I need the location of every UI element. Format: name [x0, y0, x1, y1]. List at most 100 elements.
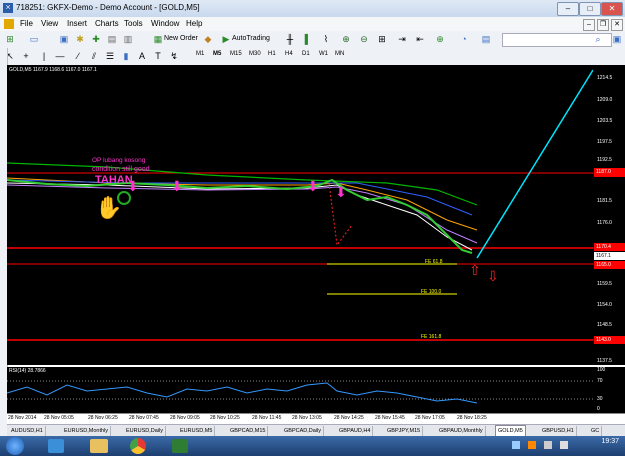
market-watch-icon[interactable]: ▣: [58, 33, 70, 45]
menu-insert[interactable]: Insert: [67, 19, 87, 28]
rsi-panel[interactable]: RSI(14) 28.7866: [7, 367, 593, 413]
menu-charts[interactable]: Charts: [95, 19, 119, 28]
mdi-minimize-button[interactable]: –: [583, 19, 595, 31]
periods-icon[interactable]: ◔: [458, 33, 470, 45]
folder-icon[interactable]: [90, 439, 108, 453]
down-arrow-icon: ⬇: [335, 185, 347, 201]
timeframe-d1[interactable]: D1: [302, 51, 310, 57]
ma-white: [7, 182, 473, 251]
arrows-icon[interactable]: ↯: [168, 50, 180, 62]
search-icon[interactable]: ⌕: [592, 33, 604, 45]
chart-shift-icon[interactable]: ⇤: [414, 33, 426, 45]
tile-windows-icon[interactable]: ⊞: [376, 33, 388, 45]
auto-scroll-icon[interactable]: ⇥: [396, 33, 408, 45]
tab-gbpcad-m15[interactable]: GBPCAD,M15: [228, 426, 269, 436]
tab-eurusd-m5[interactable]: EURUSD,M5: [178, 426, 216, 436]
y-tick: 1203.5: [597, 118, 613, 124]
tab-gbpjpy-m15[interactable]: GBPJPY,M15: [385, 426, 424, 436]
templates-icon[interactable]: ▤: [480, 33, 492, 45]
timeframe-m15[interactable]: M15: [230, 51, 242, 57]
up-arrow-icon: ⇧: [469, 263, 481, 279]
timeframe-h1[interactable]: H1: [268, 51, 276, 57]
new-order-icon[interactable]: ▦: [152, 33, 164, 45]
navigator-icon[interactable]: ✚: [90, 33, 102, 45]
network-icon[interactable]: [544, 441, 552, 449]
shapes-icon[interactable]: ▮: [120, 50, 132, 62]
tab-gbpcad-daily[interactable]: GBPCAD,Daily: [282, 426, 324, 436]
community-icon[interactable]: ▣: [611, 33, 623, 45]
close-button[interactable]: ✕: [601, 2, 623, 16]
menu-window[interactable]: Window: [151, 19, 179, 28]
price-tag: 1187.0: [594, 168, 625, 177]
menu-tools[interactable]: Tools: [124, 19, 143, 28]
timeframe-mn[interactable]: MN: [335, 51, 344, 57]
rsi-tick: 100: [597, 367, 606, 373]
bar-chart-icon[interactable]: ╫: [284, 33, 296, 45]
meta-editor-icon[interactable]: ◆: [202, 33, 214, 45]
fibonacci-icon[interactable]: ☰: [104, 50, 116, 62]
tab-eurusd-daily[interactable]: EURUSD,Daily: [124, 426, 166, 436]
ie-icon[interactable]: [48, 439, 64, 453]
price-chart[interactable]: ⬇ ⬇ ⬇ ⬇ ⇧ ⇩ ✋ GOLD,M5 1167.9 1168.6 1167…: [7, 65, 593, 365]
timeframe-m30[interactable]: M30: [249, 51, 261, 57]
text-label-icon[interactable]: T: [152, 50, 164, 62]
channel-icon[interactable]: ⫽: [88, 50, 100, 62]
zoom-out-icon[interactable]: ⊖: [358, 33, 370, 45]
toolbar: ⊞ ▭ ▣ ✱ ✚ ▤ ▥ ▦ New Order ◆ ▶ AutoTradin…: [0, 31, 625, 49]
line-chart-icon[interactable]: ⌇: [320, 33, 332, 45]
menu-view[interactable]: View: [41, 19, 58, 28]
zoom-in-icon[interactable]: ⊕: [340, 33, 352, 45]
crosshair-icon[interactable]: +: [20, 50, 32, 62]
drawing-toolbar: ↖ + | — ∕ ⫽ ☰ ▮ A T ↯ M1 M5 M15 M30 H1 H…: [0, 48, 625, 66]
tray-icon[interactable]: [512, 441, 520, 449]
down-arrow-icon: ⇩: [487, 269, 499, 285]
autotrading-icon[interactable]: ▶: [220, 33, 232, 45]
maximize-button[interactable]: □: [579, 2, 601, 16]
y-tick: 1159.5: [597, 281, 612, 287]
timeframe-m5[interactable]: M5: [213, 51, 221, 57]
trendline-icon[interactable]: ∕: [72, 50, 84, 62]
chrome-icon[interactable]: [130, 438, 146, 454]
strategy-tester-icon[interactable]: ▥: [122, 33, 134, 45]
window-title: 718251: GKFX-Demo - Demo Account - [GOLD…: [16, 3, 200, 12]
volume-icon[interactable]: [560, 441, 568, 449]
tab-gc[interactable]: GC: [589, 426, 603, 436]
horizontal-line-icon[interactable]: —: [54, 50, 66, 62]
rsi-axis: 100 70 30 0: [593, 367, 625, 413]
text-icon[interactable]: A: [136, 50, 148, 62]
menu-help[interactable]: Help: [186, 19, 202, 28]
start-button[interactable]: [6, 437, 24, 455]
timeframe-m1[interactable]: M1: [196, 51, 204, 57]
mdi-close-button[interactable]: ✕: [611, 19, 623, 31]
indicators-icon[interactable]: ⊕: [434, 33, 446, 45]
autotrading-button[interactable]: AutoTrading: [232, 33, 270, 45]
y-tick: 1181.5: [597, 198, 612, 204]
clock[interactable]: 19:37: [601, 438, 619, 445]
tab-gbpaud-h4[interactable]: GBPAUD,H4: [337, 426, 374, 436]
tab-audusd-h1[interactable]: AUDUSD,H1: [9, 426, 46, 436]
timeframe-w1[interactable]: W1: [319, 51, 328, 57]
new-order-button[interactable]: New Order: [164, 33, 198, 45]
vertical-line-icon[interactable]: |: [38, 50, 50, 62]
menu-file[interactable]: File: [20, 19, 33, 28]
tab-gbpaud-monthly[interactable]: GBPAUD,Monthly: [437, 426, 486, 436]
tab-gbpusd-h1[interactable]: GBPUSD,H1: [540, 426, 577, 436]
title-bar: ⨯ 718251: GKFX-Demo - Demo Account - [GO…: [0, 0, 625, 18]
timeframe-h4[interactable]: H4: [285, 51, 293, 57]
rsi-svg: [7, 380, 593, 404]
tab-eurusd-monthly[interactable]: EURUSD,Monthly: [62, 426, 112, 436]
tray-icon[interactable]: [528, 441, 536, 449]
candlestick-icon[interactable]: ▌: [302, 33, 314, 45]
x-tick: 28 Nov 10:25: [210, 415, 240, 421]
price-tag: 1165.0: [594, 261, 625, 269]
minimize-button[interactable]: –: [557, 2, 579, 16]
down-arrow-icon: ⬇: [307, 179, 319, 195]
metatrader-icon[interactable]: [172, 439, 188, 453]
terminal-icon[interactable]: ▤: [106, 33, 118, 45]
profiles-icon[interactable]: ▭: [28, 33, 40, 45]
mdi-restore-button[interactable]: ❐: [597, 19, 609, 31]
new-chart-icon[interactable]: ⊞: [4, 33, 16, 45]
x-tick: 28 Nov 14:25: [334, 415, 364, 421]
trend-line[interactable]: [476, 69, 593, 259]
data-window-icon[interactable]: ✱: [74, 33, 86, 45]
